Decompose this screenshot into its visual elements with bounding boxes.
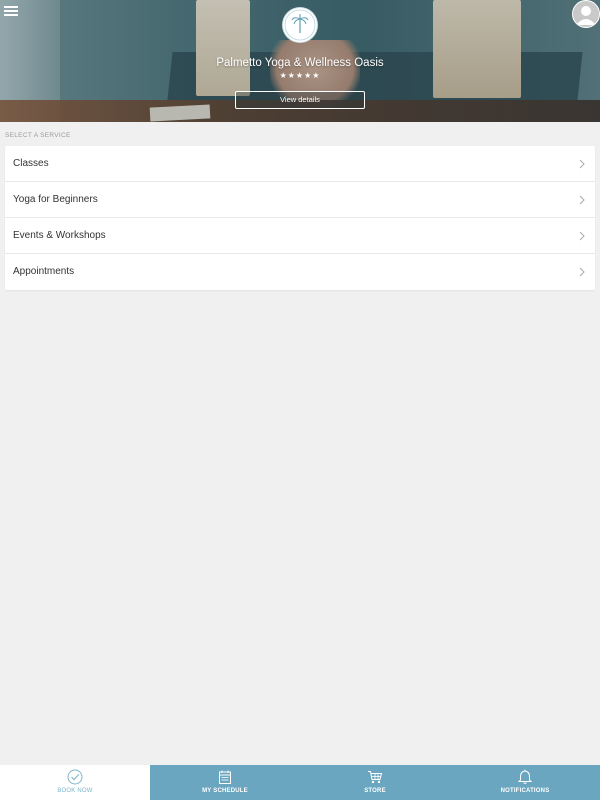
tab-my-schedule[interactable]: MY SCHEDULE [150,765,300,800]
hamburger-menu-icon[interactable] [4,4,18,18]
chevron-right-icon [579,195,585,205]
tab-label: NOTIFICATIONS [500,788,550,794]
tab-notifications[interactable]: NOTIFICATIONS [450,765,600,800]
service-item-appointments[interactable]: Appointments [5,254,595,290]
studio-logo [283,8,317,42]
bottom-tab-bar: BOOK NOW MY SCHEDULE STORE NOTIFICATIONS [0,765,600,800]
service-item-label: Events & Workshops [13,230,106,241]
studio-name: Palmetto Yoga & Wellness Oasis [216,57,384,69]
bell-icon [517,769,533,784]
service-item-label: Yoga for Beginners [13,194,98,205]
studio-hero-banner: Palmetto Yoga & Wellness Oasis ★★★★★ Vie… [0,0,600,122]
tab-store[interactable]: STORE [300,765,450,800]
service-item-yoga-for-beginners[interactable]: Yoga for Beginners [5,182,595,218]
calendar-icon [219,770,231,784]
chevron-right-icon [579,231,585,241]
tab-label: STORE [364,788,386,794]
view-details-button[interactable]: View details [235,91,365,109]
check-circle-icon [67,769,83,785]
service-item-events-workshops[interactable]: Events & Workshops [5,218,595,254]
user-avatar-icon[interactable] [572,0,600,28]
service-item-classes[interactable]: Classes [5,146,595,182]
tab-label: BOOK NOW [57,788,93,794]
chevron-right-icon [579,159,585,169]
chevron-right-icon [579,267,585,277]
cart-icon [368,771,383,784]
section-label-select-service: SELECT A SERVICE [5,132,71,139]
tab-book-now[interactable]: BOOK NOW [0,765,150,800]
service-list: Classes Yoga for Beginners Events & Work… [5,146,595,290]
tab-label: MY SCHEDULE [202,788,248,794]
rating-stars: ★★★★★ [279,71,321,80]
service-item-label: Appointments [13,266,75,277]
service-item-label: Classes [13,158,49,169]
